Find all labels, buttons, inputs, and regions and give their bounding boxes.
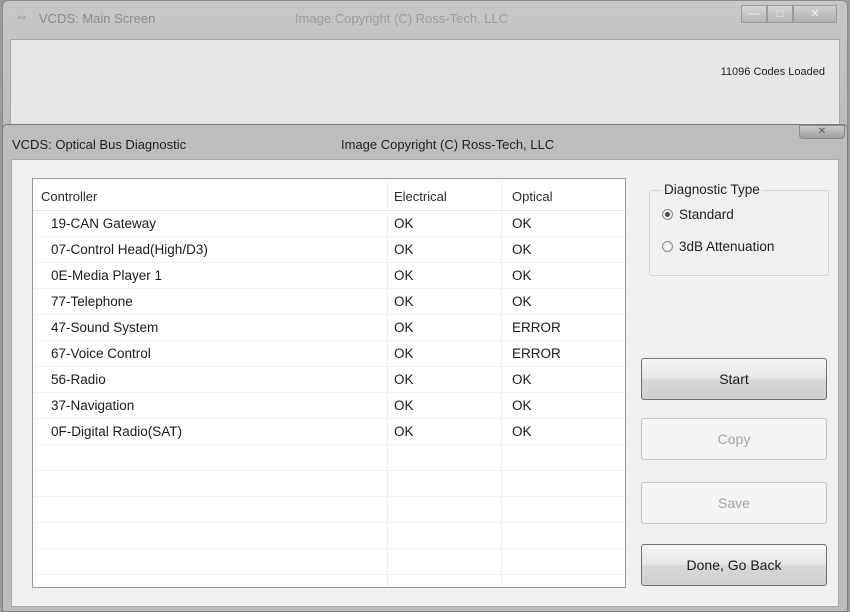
- cell-optical: OK: [512, 424, 532, 439]
- table-header: Controller Electrical Optical: [33, 179, 625, 211]
- cell-electrical: OK: [394, 424, 414, 439]
- cell-controller: 47-Sound System: [51, 320, 159, 335]
- table-row[interactable]: 37-Navigation OK OK: [33, 393, 625, 419]
- optical-bus-dialog: VCDS: Optical Bus Diagnostic Image Copyr…: [2, 124, 848, 612]
- dialog-copyright-text: Image Copyright (C) Ross-Tech, LLC: [341, 137, 555, 152]
- done-go-back-button[interactable]: Done, Go Back: [641, 544, 827, 586]
- close-icon[interactable]: ✕: [793, 5, 837, 23]
- diagnostic-type-legend: Diagnostic Type: [661, 182, 763, 197]
- empty-table-row[interactable]: [33, 471, 625, 497]
- table-row[interactable]: 19-CAN Gateway OK OK: [33, 211, 625, 237]
- main-title-bar: ∾ VCDS: Main Screen Image Copyright (C) …: [3, 1, 847, 35]
- cell-optical: ERROR: [512, 320, 561, 335]
- header-electrical[interactable]: Electrical: [394, 189, 447, 204]
- cell-optical: OK: [512, 294, 532, 309]
- minimize-icon[interactable]: —: [741, 5, 767, 23]
- cell-controller: 0F-Digital Radio(SAT): [51, 424, 183, 439]
- results-table[interactable]: Controller Electrical Optical 19-CAN Gat…: [32, 178, 626, 588]
- radio-dot-icon[interactable]: [662, 241, 673, 252]
- radio-3db-attenuation[interactable]: 3dB Attenuation: [662, 239, 774, 254]
- cell-optical: ERROR: [512, 346, 561, 361]
- codes-loaded-status: 11096 Codes Loaded: [720, 66, 825, 78]
- table-row[interactable]: 67-Voice Control OK ERROR: [33, 341, 625, 367]
- cell-optical: OK: [512, 398, 532, 413]
- cell-controller: 19-CAN Gateway: [51, 216, 157, 231]
- dialog-body: Controller Electrical Optical 19-CAN Gat…: [11, 159, 839, 607]
- cell-electrical: OK: [394, 268, 414, 283]
- main-copyright-text: Image Copyright (C) Ross-Tech, LLC: [295, 11, 509, 26]
- table-row[interactable]: 77-Telephone OK OK: [33, 289, 625, 315]
- empty-table-row[interactable]: [33, 523, 625, 549]
- save-button[interactable]: Save: [641, 482, 827, 524]
- maximize-icon[interactable]: □: [767, 5, 793, 23]
- cell-controller: 07-Control Head(High/D3): [51, 242, 208, 257]
- cell-electrical: OK: [394, 346, 414, 361]
- dialog-title-bar: VCDS: Optical Bus Diagnostic Image Copyr…: [3, 125, 847, 159]
- start-button[interactable]: Start: [641, 358, 827, 400]
- cell-electrical: OK: [394, 216, 414, 231]
- cell-electrical: OK: [394, 372, 414, 387]
- empty-table-row[interactable]: [33, 497, 625, 523]
- table-row[interactable]: 0E-Media Player 1 OK OK: [33, 263, 625, 289]
- cell-electrical: OK: [394, 398, 414, 413]
- copy-button[interactable]: Copy: [641, 418, 827, 460]
- dialog-close-icon[interactable]: ✕: [799, 125, 845, 139]
- empty-table-row[interactable]: [33, 549, 625, 575]
- main-window-title: VCDS: Main Screen: [39, 10, 156, 26]
- table-row[interactable]: 0F-Digital Radio(SAT) OK OK: [33, 419, 625, 445]
- cell-controller: 67-Voice Control: [51, 346, 151, 361]
- empty-table-row[interactable]: [33, 445, 625, 471]
- cell-optical: OK: [512, 372, 532, 387]
- cell-optical: OK: [512, 216, 532, 231]
- cell-electrical: OK: [394, 294, 414, 309]
- radio-standard-label: Standard: [679, 207, 734, 222]
- cell-controller: 37-Navigation: [51, 398, 135, 413]
- radio-standard[interactable]: Standard: [662, 207, 734, 222]
- dialog-title: VCDS: Optical Bus Diagnostic: [12, 137, 187, 152]
- diagnostic-type-group: Diagnostic Type Standard 3dB Attenuation: [649, 182, 829, 276]
- cell-optical: OK: [512, 242, 532, 257]
- header-controller[interactable]: Controller: [41, 189, 97, 204]
- table-row[interactable]: 56-Radio OK OK: [33, 367, 625, 393]
- window-controls: — □ ✕: [741, 5, 837, 23]
- cell-controller: 77-Telephone: [51, 294, 133, 309]
- cell-controller: 56-Radio: [51, 372, 106, 387]
- cell-electrical: OK: [394, 242, 414, 257]
- cell-controller: 0E-Media Player 1: [51, 268, 163, 283]
- radio-dot-icon[interactable]: [662, 209, 673, 220]
- cell-electrical: OK: [394, 320, 414, 335]
- radio-3db-label: 3dB Attenuation: [679, 239, 775, 254]
- header-optical[interactable]: Optical: [512, 189, 552, 204]
- table-row[interactable]: 07-Control Head(High/D3) OK OK: [33, 237, 625, 263]
- cell-optical: OK: [512, 268, 532, 283]
- table-row[interactable]: 47-Sound System OK ERROR: [33, 315, 625, 341]
- vcds-app-icon: ∾: [17, 12, 27, 24]
